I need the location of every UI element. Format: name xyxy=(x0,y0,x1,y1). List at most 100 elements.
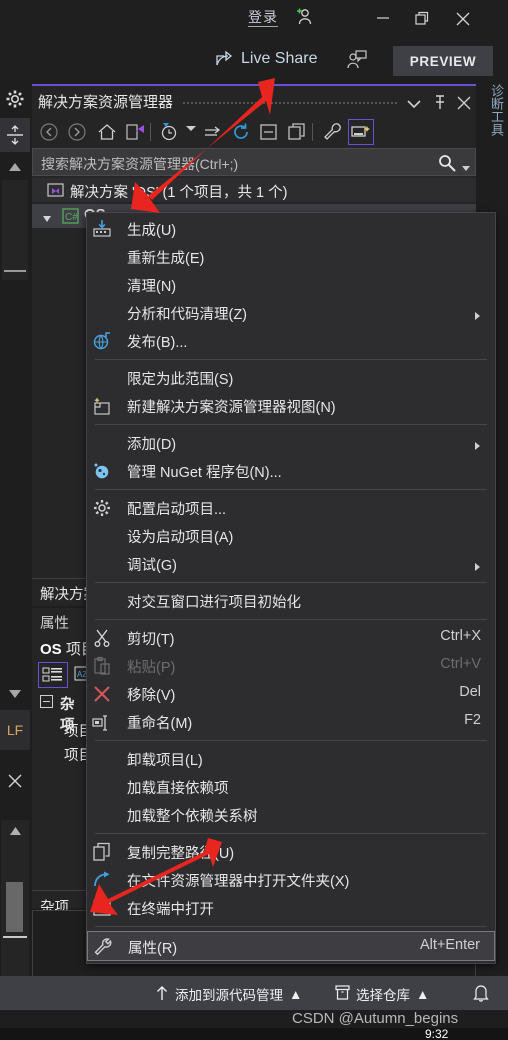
menu-item-open-folder[interactable]: 在文件资源管理器中打开文件夹(X) xyxy=(87,866,495,894)
properties-title: 属性 xyxy=(40,616,69,632)
live-share-button[interactable]: Live Share xyxy=(215,49,318,68)
menu-item-label: 添加(D) xyxy=(127,437,177,453)
menu-item-label: 重命名(M) xyxy=(127,716,193,732)
menu-item-label: 设为启动项目(A) xyxy=(127,530,234,546)
chevron-up-icon[interactable]: ▲ xyxy=(416,987,429,1002)
back-icon[interactable] xyxy=(36,119,62,145)
menu-item-shortcut: Alt+Enter xyxy=(419,937,480,953)
search-icon[interactable] xyxy=(437,153,457,178)
menu-item-rebuild[interactable]: 重新生成(E) xyxy=(87,243,495,271)
menu-item-add[interactable]: 添加(D) xyxy=(87,429,495,457)
categorized-view-icon[interactable] xyxy=(38,662,68,688)
menu-item-set-startup[interactable]: 设为启动项目(A) xyxy=(87,522,495,550)
toolbar-separator xyxy=(312,123,313,141)
add-to-source-control-label: 添加到源代码管理 xyxy=(175,988,283,1003)
menu-item-remove[interactable]: 移除(V) Del xyxy=(87,680,495,708)
chevron-up-icon[interactable]: ▲ xyxy=(289,987,302,1002)
chevron-down-icon[interactable] xyxy=(461,160,471,178)
submenu-arrow-icon xyxy=(474,309,481,325)
properties-subject-bold: OS xyxy=(40,641,62,658)
svg-text:C#: C# xyxy=(65,212,78,223)
menu-item-init-interactive[interactable]: 对交互窗口进行项目初始化 xyxy=(87,587,495,615)
watermark: CSDN @Autumn_begins xyxy=(292,1010,459,1027)
menu-item-nuget[interactable]: 管理 NuGet 程序包(N)... xyxy=(87,457,495,485)
menu-item-open-terminal[interactable]: 在终端中打开 xyxy=(87,894,495,922)
split-vertical-icon[interactable] xyxy=(0,118,30,152)
menu-item-load-direct[interactable]: 加载直接依赖项 xyxy=(87,773,495,801)
collapse-icon[interactable] xyxy=(40,695,53,708)
rename-icon xyxy=(92,712,112,732)
menu-item-label: 在终端中打开 xyxy=(127,902,214,918)
rail-scroll-down-button[interactable] xyxy=(0,680,30,706)
show-all-files-icon[interactable] xyxy=(284,119,310,145)
select-repo-button[interactable]: 选择仓库 ▲ xyxy=(335,984,429,1004)
drag-dots xyxy=(182,101,397,105)
menu-item-label: 管理 NuGet 程序包(N)... xyxy=(127,465,282,481)
sync-views-icon[interactable] xyxy=(200,119,226,145)
menu-item-cut[interactable]: 剪切(T) Ctrl+X xyxy=(87,624,495,652)
menu-item-build[interactable]: 生成(U) xyxy=(87,215,495,243)
menu-item-debug[interactable]: 调试(G) xyxy=(87,550,495,578)
menu-item-configure-startup[interactable]: 配置启动项目... xyxy=(87,494,495,522)
terminal-icon xyxy=(92,898,112,918)
menu-item-label: 复制完整路径(U) xyxy=(127,846,235,862)
close-icon[interactable] xyxy=(0,755,30,815)
menu-separator xyxy=(95,359,487,360)
sign-in-label: 登录 xyxy=(248,9,278,27)
pin-icon[interactable] xyxy=(430,93,452,113)
rail-scroll-up-button[interactable] xyxy=(0,154,30,180)
menu-item-rename[interactable]: 重命名(M) F2 xyxy=(87,708,495,736)
window-minimize-button[interactable] xyxy=(368,8,398,30)
menu-item-clean[interactable]: 清理(N) xyxy=(87,271,495,299)
menu-item-properties[interactable]: 属性(R) Alt+Enter xyxy=(87,931,495,961)
menu-item-load-tree[interactable]: 加载整个依赖关系树 xyxy=(87,801,495,829)
menu-separator xyxy=(95,582,487,583)
menu-item-label: 剪切(T) xyxy=(127,632,175,648)
close-icon[interactable] xyxy=(454,93,476,113)
scrollbar-thumb[interactable] xyxy=(6,882,23,932)
window-close-button[interactable] xyxy=(448,8,478,30)
project-context-menu[interactable]: 生成(U) 重新生成(E) 清理(N) 分析和代码清理(Z) 发布(B)... 限定为此范… xyxy=(86,212,496,964)
menu-item-publish[interactable]: 发布(B)... xyxy=(87,327,495,355)
add-person-icon[interactable] xyxy=(293,6,315,28)
menu-item-shortcut: Ctrl+V xyxy=(440,656,481,672)
vs-pending-changes-icon[interactable] xyxy=(122,119,148,145)
gear-icon[interactable] xyxy=(4,88,26,110)
menu-item-label: 生成(U) xyxy=(127,223,177,239)
bell-icon[interactable] xyxy=(472,983,490,1008)
menu-item-unload[interactable]: 卸载项目(L) xyxy=(87,745,495,773)
menu-item-new-se-view[interactable]: 新建解决方案资源管理器视图(N) xyxy=(87,392,495,420)
menu-item-analyze[interactable]: 分析和代码清理(Z) xyxy=(87,299,495,327)
properties-wrench-icon[interactable] xyxy=(320,119,346,145)
sign-in-button[interactable]: 登录 xyxy=(248,7,278,27)
pending-changes-filter-icon[interactable] xyxy=(156,119,182,145)
refresh-icon[interactable] xyxy=(228,119,254,145)
preview-selected-items-icon[interactable] xyxy=(348,119,374,145)
preview-badge[interactable]: PREVIEW xyxy=(393,46,493,76)
diagnostics-tool-tab[interactable]: 诊断工具 xyxy=(482,84,504,136)
menu-item-shortcut: F2 xyxy=(464,712,481,728)
wrench-icon xyxy=(93,937,113,957)
home-icon[interactable] xyxy=(94,119,120,145)
add-to-source-control-button[interactable]: 添加到源代码管理 ▲ xyxy=(155,984,302,1004)
forward-icon[interactable] xyxy=(64,119,90,145)
menu-separator xyxy=(95,833,487,834)
status-bar: 添加到源代码管理 ▲ 选择仓库 ▲ xyxy=(0,976,508,1010)
window-maximize-button[interactable] xyxy=(408,8,438,30)
line-ending-badge[interactable]: LF xyxy=(0,710,30,750)
rail-scroll-track[interactable] xyxy=(2,180,28,280)
scissors-icon xyxy=(92,628,112,648)
collapse-all-icon[interactable] xyxy=(256,119,282,145)
dropdown-chevron-icon[interactable] xyxy=(404,93,426,113)
menu-item-copy-full-path[interactable]: 复制完整路径(U) xyxy=(87,838,495,866)
menu-item-label: 移除(V) xyxy=(127,688,176,704)
arrow-up-icon xyxy=(155,985,169,1004)
menu-separator xyxy=(95,424,487,425)
tree-expander-expanded[interactable] xyxy=(42,212,52,228)
menu-item-scope-to-this[interactable]: 限定为此范围(S) xyxy=(87,364,495,392)
clipboard-icon xyxy=(92,656,112,676)
solution-node-row[interactable]: 解决方案 'OS' (1 个项目，共 1 个) xyxy=(32,178,476,202)
solution-explorer-toolbar xyxy=(32,116,476,148)
invite-person-icon[interactable] xyxy=(345,50,367,70)
search-input[interactable]: 搜索解决方案资源管理器(Ctrl+;) xyxy=(32,148,476,176)
